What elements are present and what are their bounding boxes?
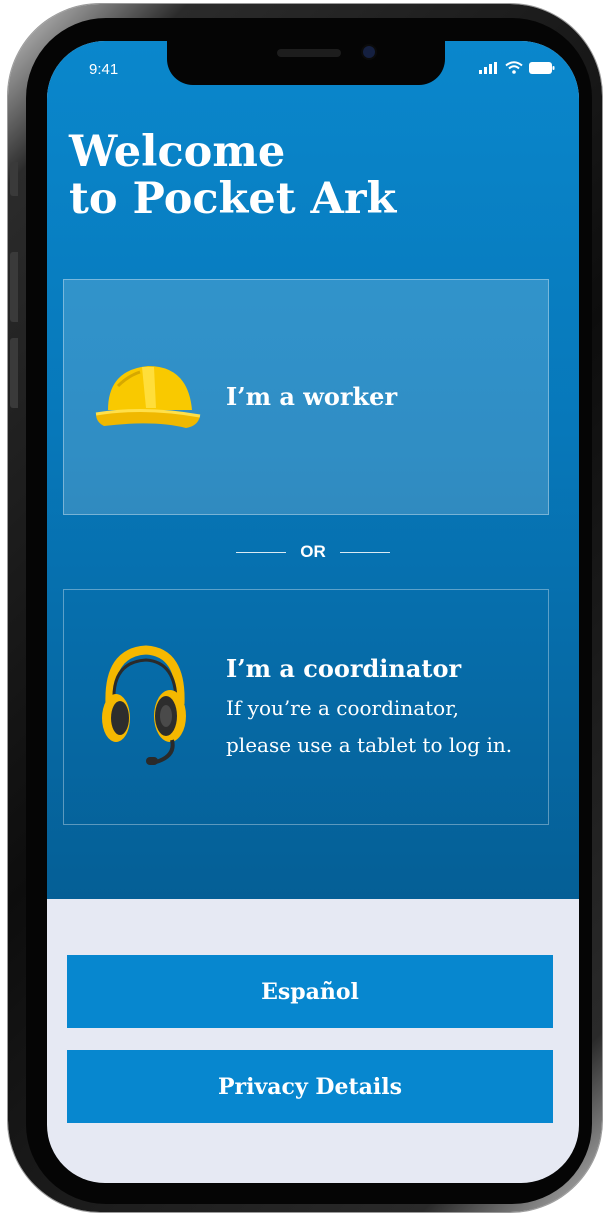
- status-time: 9:41: [89, 61, 119, 78]
- status-icons: [479, 61, 555, 74]
- hard-hat-icon: [95, 366, 201, 428]
- hero-panel: 9:41 Welcome to Pocket Ark I’m a worker …: [47, 41, 579, 899]
- speaker-grille: [277, 49, 341, 57]
- app-screen: 9:41 Welcome to Pocket Ark I’m a worker …: [47, 41, 579, 1183]
- spanish-language-button[interactable]: Español: [67, 955, 553, 1028]
- signal-icon: [479, 61, 497, 74]
- wifi-icon: [505, 61, 523, 74]
- coordinator-option-card[interactable]: I’m a coordinator If you’re a coordinato…: [63, 589, 549, 825]
- privacy-details-button[interactable]: Privacy Details: [67, 1050, 553, 1123]
- mute-switch: [10, 162, 18, 196]
- or-divider: OR: [47, 537, 579, 567]
- worker-option-label: I’m a worker: [226, 382, 398, 411]
- front-camera: [363, 46, 375, 58]
- battery-icon: [529, 61, 555, 74]
- worker-option-card[interactable]: I’m a worker: [63, 279, 549, 515]
- volume-down-button: [10, 338, 18, 408]
- coordinator-option-title: I’m a coordinator: [226, 654, 462, 683]
- welcome-title-line2: to Pocket Ark: [69, 174, 397, 224]
- divider-line-right: [339, 551, 390, 553]
- or-divider-text: OR: [300, 542, 326, 561]
- welcome-title-line1: Welcome: [69, 127, 286, 177]
- phone-notch: [167, 41, 445, 85]
- coordinator-option-description: If you’re a coordinator, please use a ta…: [226, 696, 513, 757]
- headset-icon: [102, 645, 186, 765]
- divider-line-left: [236, 551, 287, 553]
- welcome-title: Welcome to Pocket Ark: [69, 129, 489, 223]
- volume-up-button: [10, 252, 18, 322]
